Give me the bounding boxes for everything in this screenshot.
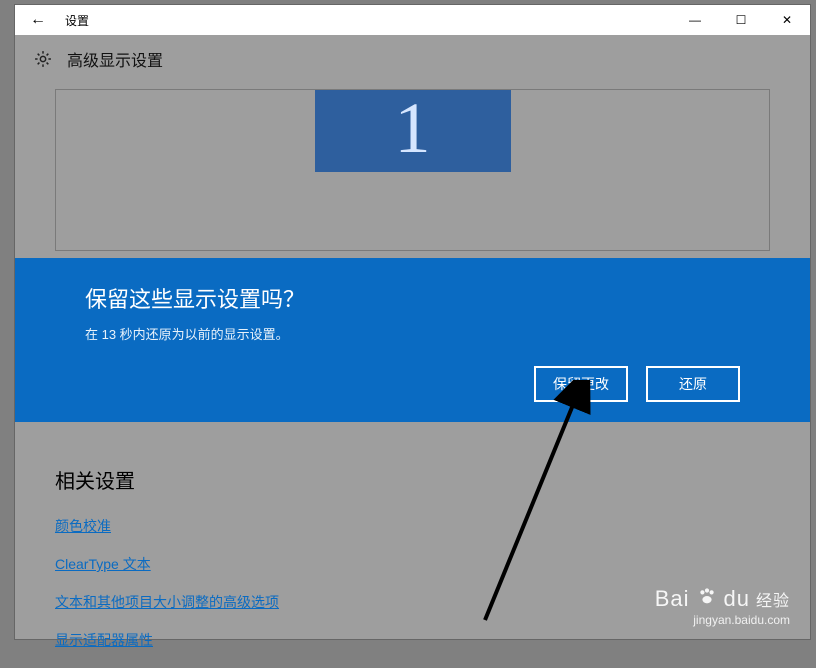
close-button[interactable]: ✕ (764, 5, 810, 35)
dialog-message: 在 13 秒内还原为以前的显示设置。 (85, 324, 770, 343)
page-subtitle: 高级显示设置 (67, 47, 163, 71)
watermark-brand-part2: du (724, 586, 750, 612)
dialog-button-row: 保留更改 还原 (534, 366, 740, 402)
watermark-brand-part3: 经验 (756, 587, 790, 611)
link-cleartype-text[interactable]: ClearType 文本 (55, 554, 770, 574)
display-preview-frame: 1 (55, 89, 770, 251)
keep-changes-button[interactable]: 保留更改 (534, 366, 628, 402)
maximize-icon: ☐ (736, 13, 747, 27)
settings-window: ← 设置 — ☐ ✕ 高级显示设置 1 标识 检测 (14, 4, 811, 640)
page-subheader: 高级显示设置 (15, 35, 810, 83)
monitor-thumbnail[interactable]: 1 (315, 89, 511, 172)
gear-icon (33, 49, 53, 69)
link-display-adapter-properties[interactable]: 显示适配器属性 (55, 630, 770, 650)
close-icon: ✕ (782, 13, 792, 27)
window-title: 设置 (61, 12, 672, 29)
monitor-number: 1 (395, 89, 431, 170)
watermark-url: jingyan.baidu.com (655, 613, 790, 627)
maximize-button[interactable]: ☐ (718, 5, 764, 35)
dialog-title: 保留这些显示设置吗？ (85, 282, 770, 314)
related-heading: 相关设置 (55, 465, 770, 494)
watermark: Bai du 经验 jingyan.baidu.com (655, 585, 790, 627)
back-button[interactable]: ← (15, 5, 61, 35)
paw-icon (696, 585, 718, 613)
related-settings-section: 相关设置 颜色校准 ClearType 文本 文本和其他项目大小调整的高级选项 … (55, 465, 770, 668)
link-color-calibration[interactable]: 颜色校准 (55, 516, 770, 536)
revert-button[interactable]: 还原 (646, 366, 740, 402)
watermark-brand-part1: Bai (655, 586, 690, 612)
window-titlebar: ← 设置 — ☐ ✕ (15, 5, 810, 35)
watermark-brand: Bai du 经验 (655, 585, 790, 613)
keep-settings-dialog: 保留这些显示设置吗？ 在 13 秒内还原为以前的显示设置。 保留更改 还原 (15, 258, 810, 422)
window-controls: — ☐ ✕ (672, 5, 810, 35)
content-area: 1 标识 检测 (15, 89, 810, 283)
back-icon: ← (30, 11, 46, 29)
minimize-icon: — (689, 13, 701, 27)
minimize-button[interactable]: — (672, 5, 718, 35)
